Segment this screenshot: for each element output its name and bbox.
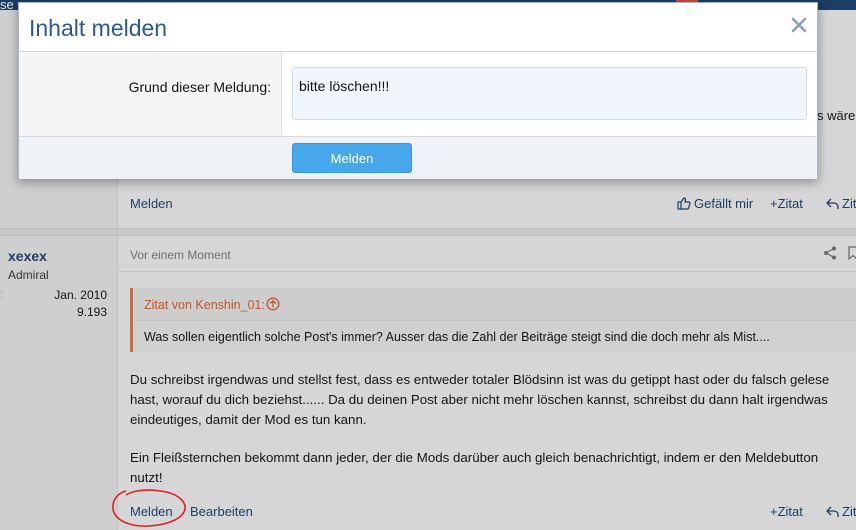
post-quote-button[interactable]: +Zitat — [770, 504, 803, 519]
user-title: Admiral — [8, 268, 49, 282]
post-body-line: Du schreibst irgendwas und stellst fest,… — [130, 372, 830, 387]
previous-post-report-link[interactable]: Melden — [130, 196, 173, 211]
plus-icon: + — [770, 504, 778, 519]
share-icon[interactable] — [823, 246, 837, 260]
reason-label-cell: Grund dieser Meldung: — [19, 52, 282, 136]
quote-label: Zitat — [777, 504, 803, 519]
reply-label: Zit — [842, 196, 856, 211]
reply-label: Zit — [842, 504, 856, 519]
quote-block: Zitat von Kenshin_01: Was sollen eigentl… — [130, 288, 856, 352]
quote-text: Was sollen eigentlich solche Post's imme… — [144, 330, 770, 344]
userinfo-bullet-icon: ⁚ — [0, 290, 4, 301]
thumbs-up-icon — [677, 197, 691, 210]
post-header: Vor einem Moment — [119, 236, 856, 272]
post-body-line: nutzt! — [130, 470, 163, 485]
red-annotation-circle — [112, 489, 186, 527]
previous-post-like-button[interactable]: Gefällt mir — [677, 196, 753, 211]
reply-arrow-icon — [826, 506, 839, 517]
post-body-line: hast, worauf du dich beziehst...... Da d… — [130, 392, 828, 407]
previous-post-clipped-text: s wären — [817, 108, 856, 123]
bookmark-icon[interactable] — [848, 246, 856, 260]
post-count: 9.193 — [76, 305, 107, 319]
close-icon[interactable] — [789, 15, 809, 35]
report-content-dialog: Inhalt melden Grund dieser Meldung: bitt… — [18, 2, 818, 179]
reply-arrow-icon — [826, 198, 839, 209]
quote-author-link[interactable]: Zitat von Kenshin_01: — [144, 298, 265, 312]
plus-icon: + — [770, 196, 778, 211]
post-separator — [0, 228, 856, 236]
dialog-footer: Melden — [19, 137, 817, 179]
post-user-cell: xexex Admiral ⁚ Jan. 2010 9.193 — [0, 236, 118, 530]
report-submit-button[interactable]: Melden — [292, 143, 412, 173]
post-date[interactable]: Vor einem Moment — [130, 248, 231, 262]
post-body-line: eindeutiges, damit der Mod es tun kann. — [130, 412, 367, 427]
report-reason-field[interactable]: bitte löschen!!! — [292, 67, 807, 120]
arrow-up-circle-icon[interactable] — [266, 297, 280, 311]
quote-label: Zitat — [777, 196, 803, 211]
dialog-form-row: Grund dieser Meldung: bitte löschen!!! — [19, 51, 817, 137]
like-label: Gefällt mir — [694, 196, 754, 211]
dialog-title: Inhalt melden — [29, 15, 168, 41]
previous-post-quote-button[interactable]: +Zitat — [770, 196, 803, 211]
quote-content: Was sollen eigentlich solche Post's imme… — [133, 320, 856, 352]
post-main: Vor einem Moment Zitat von Kenshin_01: W… — [119, 236, 856, 530]
reason-label: Grund dieser Meldung: — [128, 79, 271, 95]
post-reply-button[interactable]: Zit — [826, 504, 856, 519]
post-edit-link[interactable]: Bearbeiten — [190, 504, 253, 519]
previous-post-reply-button[interactable]: Zit — [826, 196, 856, 211]
username-link[interactable]: xexex — [8, 248, 47, 264]
post-body-line: Ein Fleißsternchen bekommt dann jeder, d… — [130, 450, 819, 465]
join-date: Jan. 2010 — [54, 288, 107, 302]
